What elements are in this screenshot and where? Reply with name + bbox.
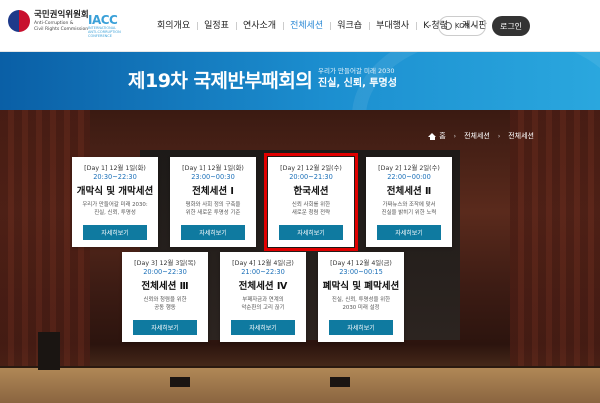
card-date: [Day 4] 12월 4일(금)	[232, 260, 294, 267]
page-banner: 제19차 국제반부패회의 우리가 만들어갈 미래 2030 진실, 신뢰, 투명…	[0, 52, 600, 110]
nav-item-overview[interactable]: 회의개요	[150, 20, 197, 32]
globe-icon	[444, 22, 452, 30]
card-time: 23:00~00:15	[339, 268, 383, 276]
breadcrumb-level2: 전체세션	[508, 132, 534, 140]
details-button[interactable]: 자세히보기	[329, 320, 393, 335]
language-selector[interactable]: KOR ▾	[438, 16, 486, 36]
stage-floor	[0, 368, 600, 403]
stage-speaker-left	[170, 377, 190, 387]
session-card-plenary-3: [Day 3] 12월 3일(목) 20:00~22:30 전체세션 Ⅲ 신뢰와…	[122, 252, 208, 342]
card-title: 전체세션 Ⅰ	[192, 186, 234, 197]
card-time: 21:00~22:30	[241, 268, 285, 276]
curtain-right	[510, 110, 600, 370]
card-time: 20:30~22:30	[93, 173, 137, 181]
logo-english-name-2: Civil Rights Commission	[34, 26, 89, 32]
banner-slogan: 진실, 신뢰, 투명성	[318, 78, 397, 89]
nav-item-workshop[interactable]: 워크숍	[330, 20, 369, 32]
card-time: 20:00~22:30	[143, 268, 187, 276]
card-date: [Day 1] 12월 1일(화)	[182, 165, 244, 172]
acrc-logo[interactable]: 국민권익위원회 Anti-Corruption & Civil Rights C…	[8, 10, 89, 42]
site-header: 국민권익위원회 Anti-Corruption & Civil Rights C…	[0, 0, 600, 52]
language-label: KOR	[455, 22, 470, 30]
card-title: 개막식 및 개막세션	[76, 186, 154, 197]
card-date: [Day 1] 12월 1일(화)	[84, 165, 146, 172]
iacc-mark: IACC	[88, 13, 118, 27]
logo-korean-name: 국민권익위원회	[34, 10, 89, 20]
card-title: 전체세션 Ⅱ	[386, 186, 432, 197]
government-emblem-icon	[8, 10, 30, 32]
login-button[interactable]: 로그인	[492, 16, 530, 36]
podium	[38, 332, 60, 370]
details-button[interactable]: 자세히보기	[231, 320, 295, 335]
card-title: 전체세션 Ⅲ	[141, 281, 189, 292]
card-description: 부패자금과 연계의 악순환의 고리 끊기	[241, 297, 285, 311]
card-date: [Day 3] 12월 3일(목)	[134, 260, 196, 267]
details-button[interactable]: 자세히보기	[181, 225, 245, 240]
card-description: 우리가 만들어갈 미래 2030: 진실, 신뢰, 투명성	[82, 202, 148, 216]
details-button[interactable]: 자세히보기	[133, 320, 197, 335]
card-title: 전체세션 Ⅳ	[238, 281, 288, 292]
session-card-plenary-1: [Day 1] 12월 1일(화) 23:00~00:30 전체세션 Ⅰ 평화와…	[170, 157, 256, 247]
card-date: [Day 2] 12월 2일(수)	[378, 165, 440, 172]
breadcrumb-level1[interactable]: 전체세션	[464, 131, 490, 141]
card-time: 23:00~00:30	[191, 173, 235, 181]
chevron-down-icon: ▾	[473, 22, 477, 30]
session-card-closing: [Day 4] 12월 4일(금) 23:00~00:15 폐막식 및 폐막세션…	[318, 252, 404, 342]
details-button[interactable]: 자세히보기	[83, 225, 147, 240]
card-description: 진실, 신뢰, 투명성을 위한 2030 미래 설정	[331, 297, 391, 311]
session-card-plenary-4: [Day 4] 12월 4일(금) 21:00~22:30 전체세션 Ⅳ 부패자…	[220, 252, 306, 342]
card-title: 폐막식 및 폐막세션	[322, 281, 400, 292]
details-button[interactable]: 자세히보기	[377, 225, 441, 240]
stage-speaker-right	[330, 377, 350, 387]
card-description: 가짜뉴스와 조작에 맞서 진실을 밝히기 위한 노력	[381, 202, 437, 216]
page-title: 제19차 국제반부패회의	[128, 70, 313, 92]
home-icon[interactable]	[428, 132, 437, 140]
session-card-plenary-2: [Day 2] 12월 2일(수) 22:00~00:00 전체세션 Ⅱ 가짜뉴…	[366, 157, 452, 247]
breadcrumb: 홈 › 전체세션 › 전체세션	[428, 131, 534, 141]
nav-item-side-events[interactable]: 부대행사	[369, 20, 416, 32]
card-description: 평화와 사회 정의 구축을 위한 새로운 투명성 기준	[185, 202, 241, 216]
breadcrumb-home[interactable]: 홈	[439, 131, 445, 141]
chevron-right-icon: ›	[497, 132, 501, 140]
card-date: [Day 4] 12월 4일(금)	[330, 260, 392, 267]
nav-item-plenary[interactable]: 전체세션	[283, 20, 330, 32]
iacc-logo[interactable]: IACC INTERNATIONAL ANTI-CORRUPTION CONFE…	[88, 14, 133, 38]
card-description: 신뢰와 청렴을 위한 공동 행동	[143, 297, 187, 311]
highlight-box	[264, 153, 358, 251]
nav-item-speakers[interactable]: 연사소개	[235, 20, 283, 32]
session-card-opening: [Day 1] 12월 1일(화) 20:30~22:30 개막식 및 개막세션…	[72, 157, 158, 247]
nav-item-schedule[interactable]: 일정표	[197, 20, 236, 32]
chevron-right-icon: ›	[453, 132, 457, 140]
card-time: 22:00~00:00	[387, 173, 431, 181]
iacc-sub-3: CONFERENCE	[88, 34, 112, 38]
